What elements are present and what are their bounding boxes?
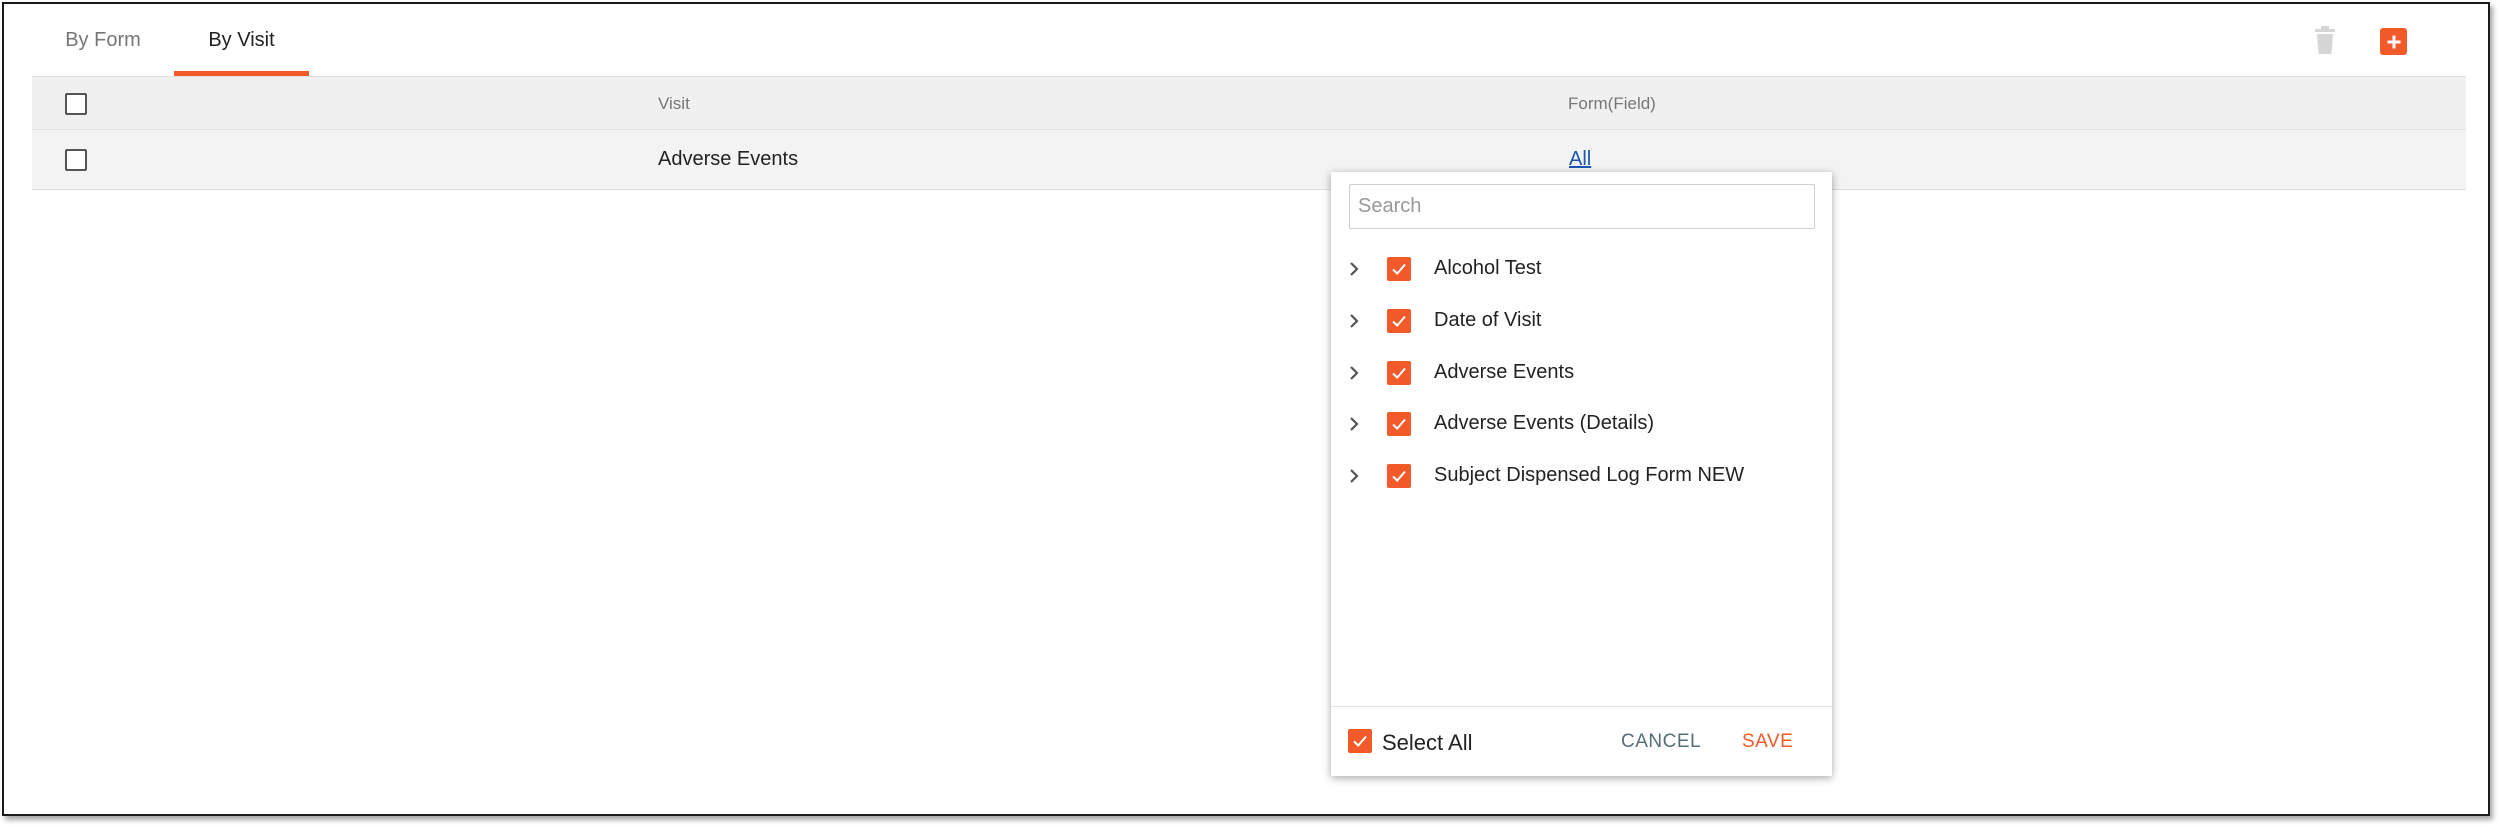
item-checkbox[interactable]	[1387, 361, 1411, 385]
form-field-column-header: Form(Field)	[1568, 94, 1656, 113]
visit-column-header: Visit	[658, 94, 690, 113]
plus-icon[interactable]	[2380, 28, 2407, 55]
visit-cell: Adverse Events	[658, 148, 799, 170]
item-checkbox[interactable]	[1387, 412, 1411, 436]
item-label: Alcohol Test	[1434, 257, 1542, 279]
list-item: Subject Dispensed Log Form NEW	[1331, 450, 1832, 502]
select-all-label: Select All	[1382, 730, 1473, 755]
save-button[interactable]: SAVE	[1742, 731, 1793, 753]
item-checkbox[interactable]	[1387, 464, 1411, 488]
list-item: Adverse Events (Details)	[1331, 398, 1832, 450]
list-item: Adverse Events	[1331, 347, 1832, 399]
trash-icon[interactable]	[2312, 26, 2338, 54]
item-label: Adverse Events (Details)	[1434, 412, 1655, 434]
visit-table: Visit Form(Field) Adverse Events All	[32, 76, 2466, 190]
form-field-picker: Alcohol Test Date of Visit Adverse Event…	[1331, 172, 1832, 776]
chevron-right-icon[interactable]	[1347, 259, 1361, 279]
chevron-right-icon[interactable]	[1347, 311, 1361, 331]
tab-by-form[interactable]: By Form	[32, 4, 174, 76]
item-label: Date of Visit	[1434, 309, 1542, 331]
item-label: Subject Dispensed Log Form NEW	[1434, 464, 1745, 486]
select-all-rows-checkbox[interactable]	[65, 93, 87, 115]
chevron-right-icon[interactable]	[1347, 363, 1361, 383]
row-checkbox[interactable]	[65, 149, 87, 171]
app-window: By Form By Visit Visit Form(Field) Adver…	[2, 2, 2490, 816]
select-all-checkbox[interactable]	[1348, 729, 1372, 753]
table-row: Adverse Events All	[32, 130, 2466, 190]
chevron-right-icon[interactable]	[1347, 414, 1361, 434]
search-input[interactable]	[1349, 184, 1815, 229]
item-checkbox[interactable]	[1387, 309, 1411, 333]
chevron-right-icon[interactable]	[1347, 466, 1361, 486]
item-checkbox[interactable]	[1387, 257, 1411, 281]
tab-bar: By Form By Visit	[32, 4, 309, 76]
form-field-all-link[interactable]: All	[1569, 148, 1591, 171]
tab-by-visit[interactable]: By Visit	[174, 4, 309, 76]
picker-footer: Select All CANCEL SAVE	[1331, 706, 1832, 777]
cancel-button[interactable]: CANCEL	[1621, 731, 1701, 753]
list-item: Alcohol Test	[1331, 243, 1832, 295]
item-label: Adverse Events	[1434, 361, 1575, 383]
list-item: Date of Visit	[1331, 295, 1832, 347]
table-header: Visit Form(Field)	[32, 76, 2466, 130]
